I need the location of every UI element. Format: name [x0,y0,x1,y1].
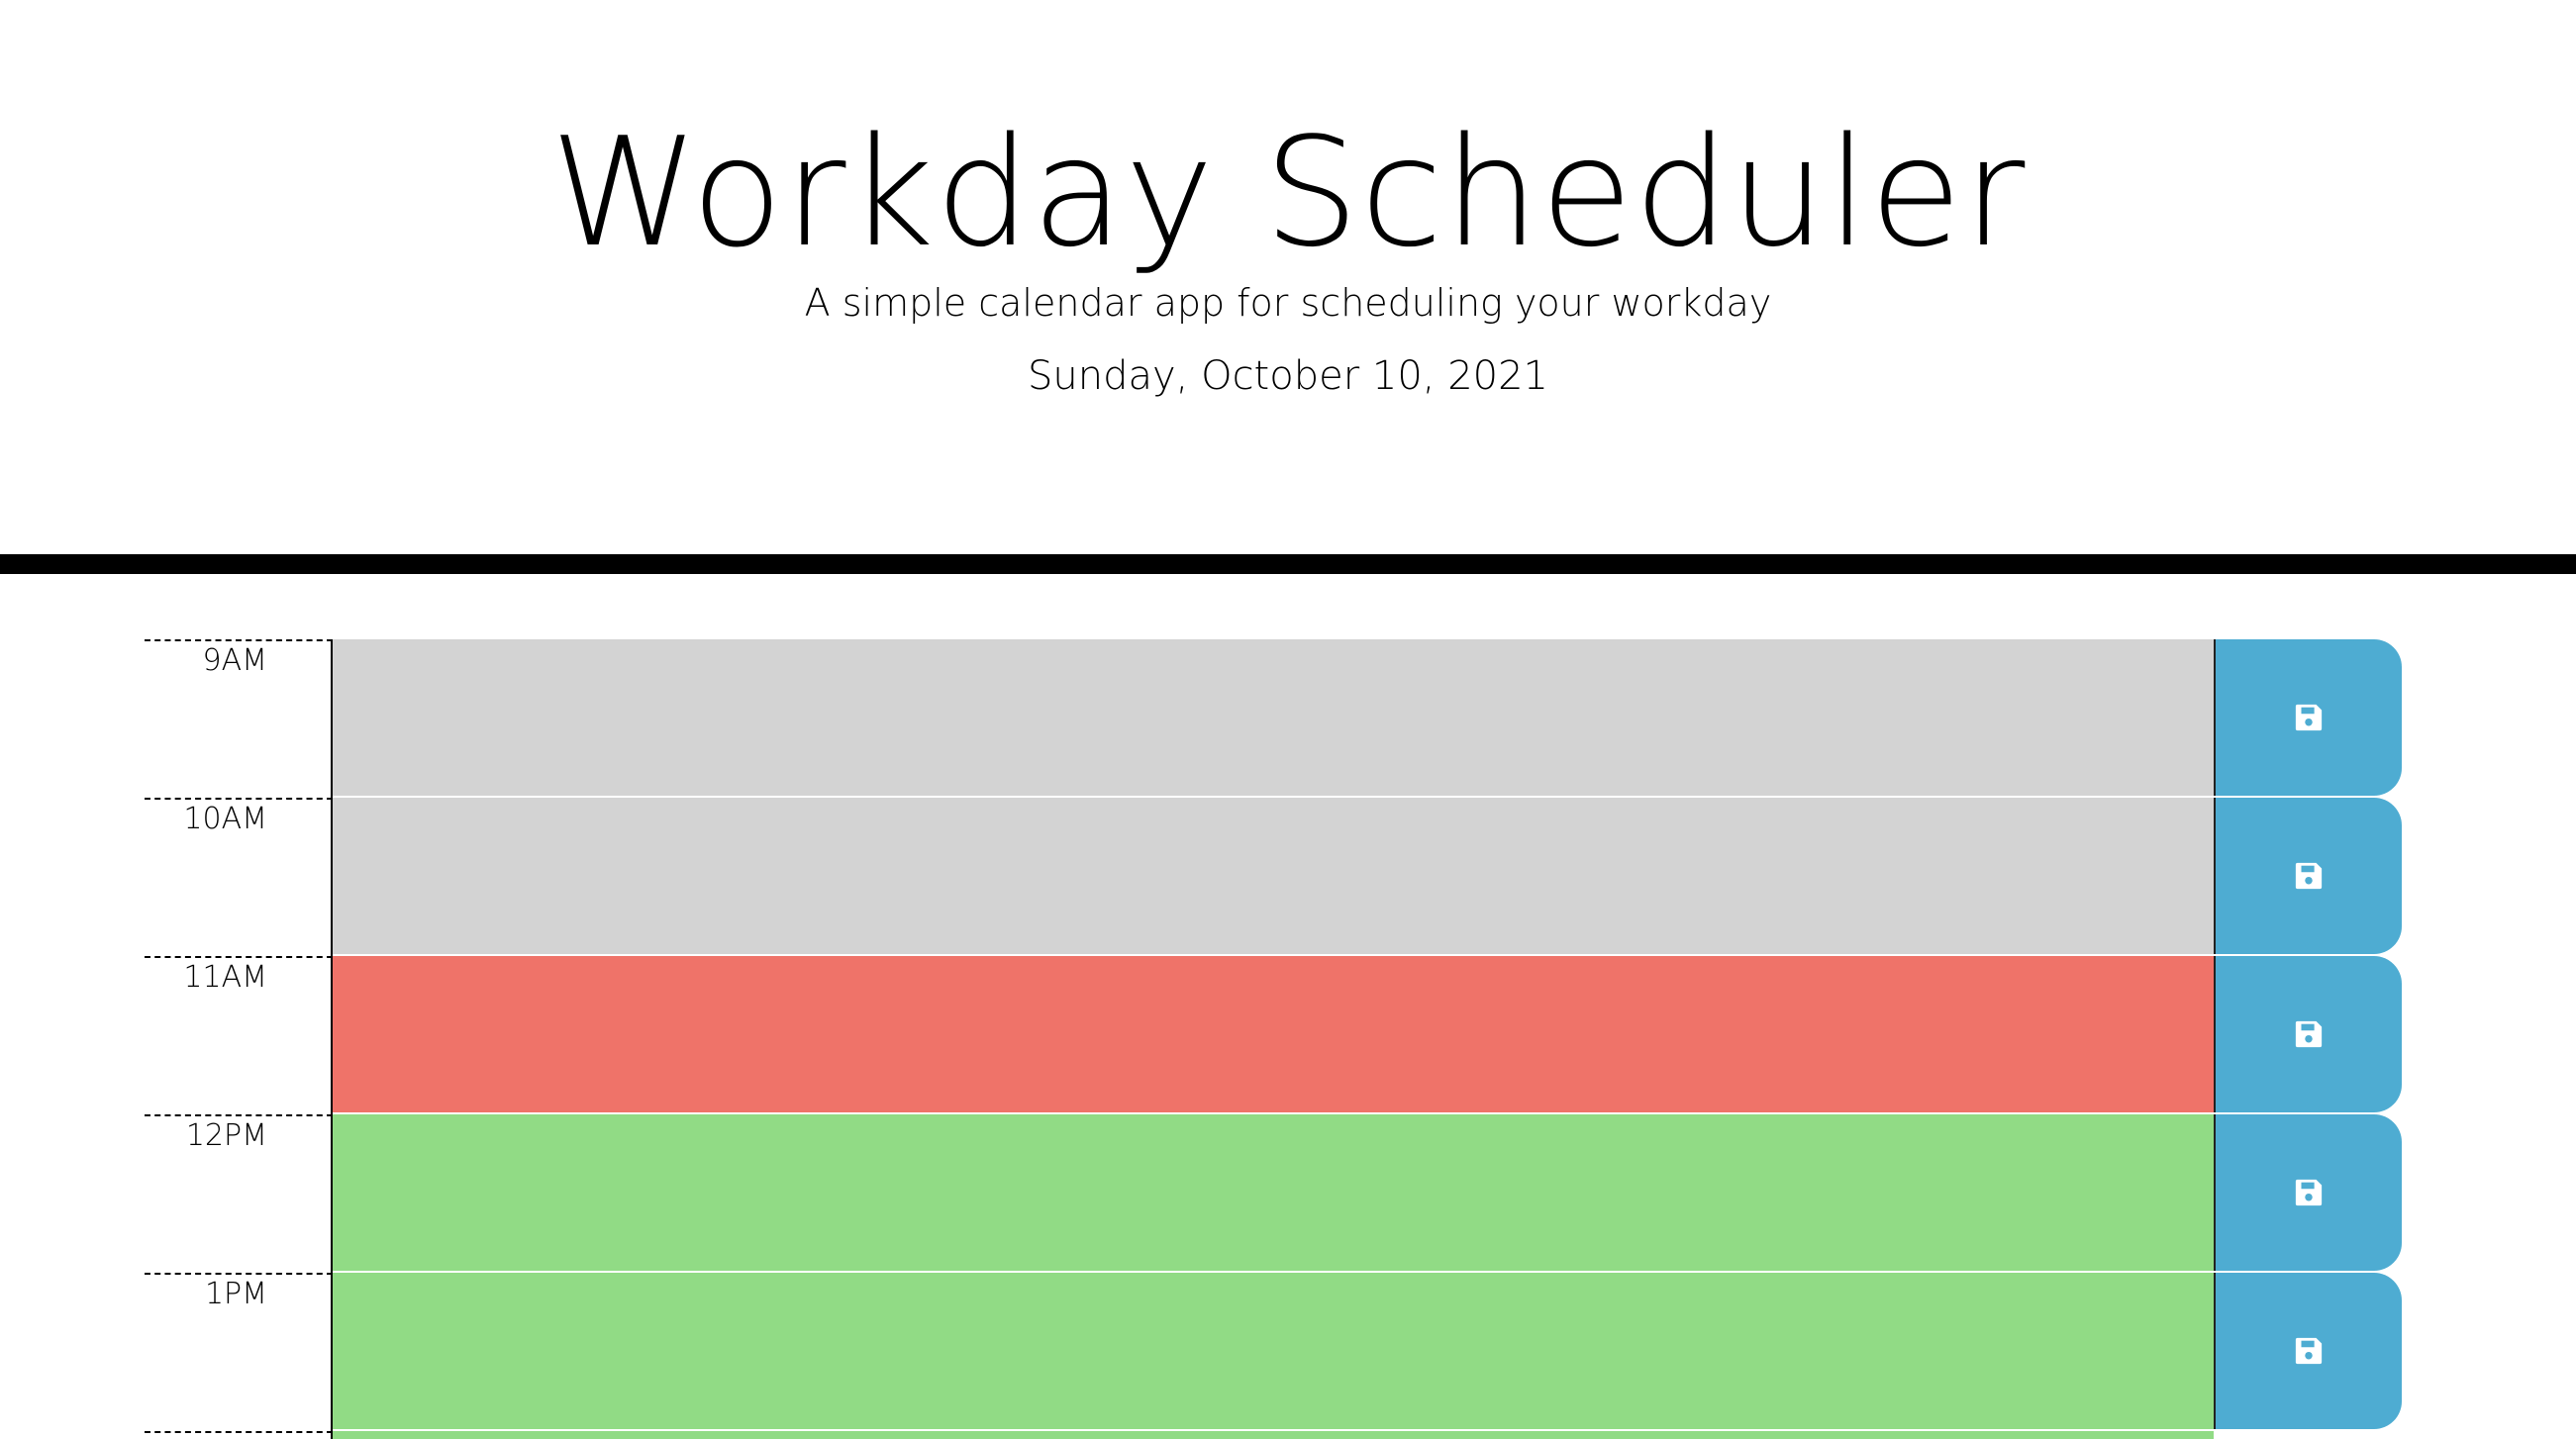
floppy-disk-icon [2295,1337,2323,1365]
event-text-input[interactable] [333,798,2214,956]
time-block: 11AM [145,956,2402,1114]
event-text-input[interactable] [333,1431,2214,1439]
time-block: 10AM [145,798,2402,956]
time-block: 12PM [145,1114,2402,1273]
floppy-disk-icon [2295,1179,2323,1206]
page-title: Workday Scheduler [549,105,2027,280]
hour-label: 10AM [145,798,333,956]
save-button[interactable] [2214,1273,2402,1429]
floppy-disk-icon [2295,704,2323,731]
hour-label: 12PM [145,1114,333,1273]
hour-label: 11AM [145,956,333,1114]
time-block-list: 9AM 10AM 11AM 12PM 1PM [145,639,2402,1439]
page-subtitle: A simple calendar app for scheduling you… [804,281,1772,325]
save-button[interactable] [2214,639,2402,796]
event-text-input[interactable] [333,956,2214,1114]
event-text-input[interactable] [333,1114,2214,1273]
time-block: 9AM [145,639,2402,798]
event-text-input[interactable] [333,639,2214,798]
event-text-input[interactable] [333,1273,2214,1431]
time-block-partial [145,1431,2402,1439]
save-button[interactable] [2214,1114,2402,1271]
hour-label [145,1431,333,1439]
floppy-disk-icon [2295,1020,2323,1048]
hour-label: 9AM [145,639,333,798]
header: Workday Scheduler A simple calendar app … [0,0,2576,574]
save-button[interactable] [2214,956,2402,1112]
time-block: 1PM [145,1273,2402,1431]
hour-label: 1PM [145,1273,333,1431]
floppy-disk-icon [2295,862,2323,890]
save-button[interactable] [2214,798,2402,954]
current-date: Sunday, October 10, 2021 [1027,353,1548,399]
